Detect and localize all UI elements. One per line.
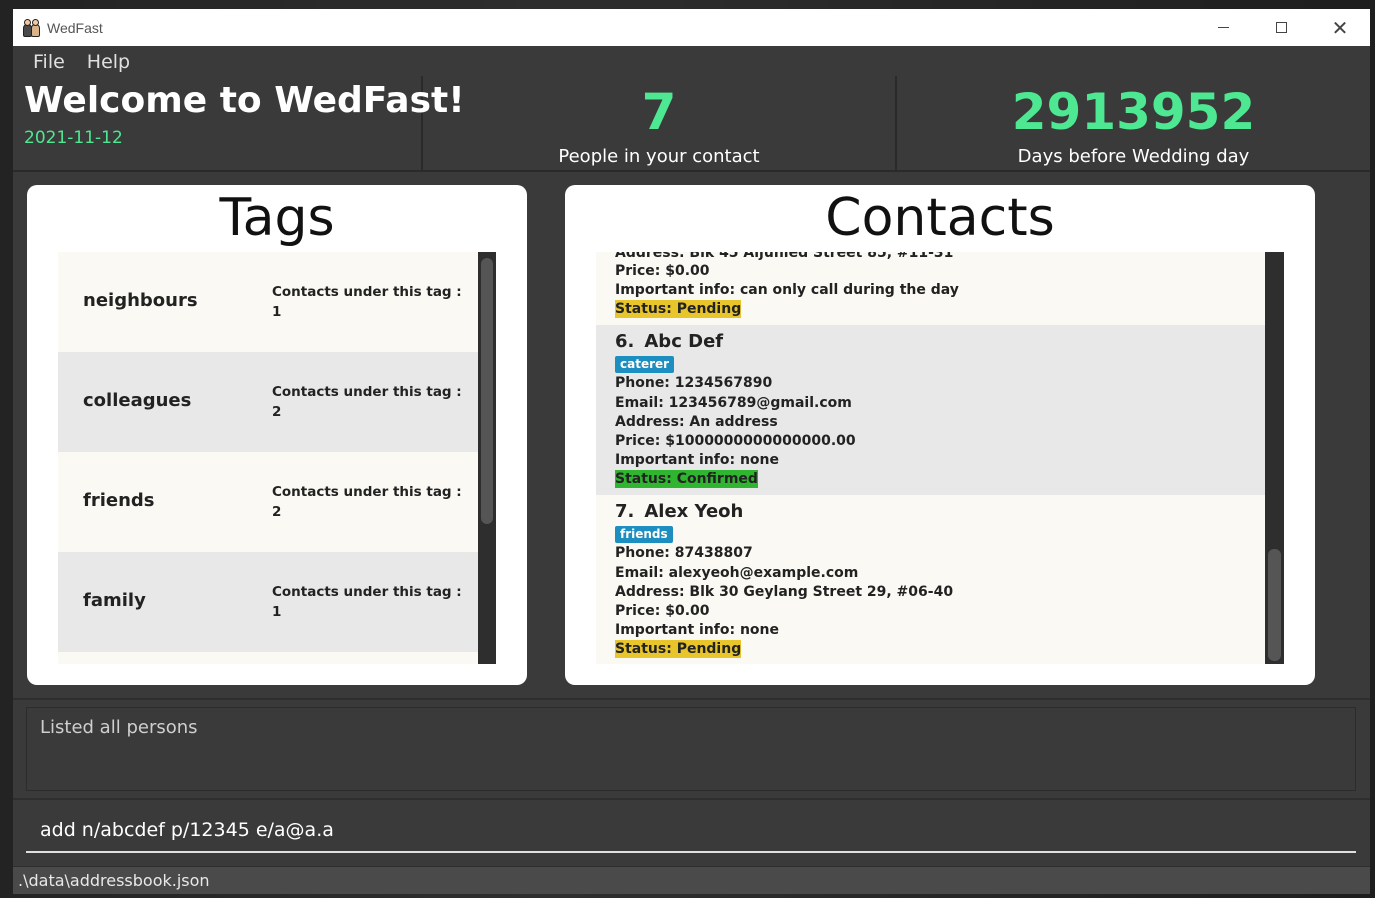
contacts-scrollbar-thumb[interactable] (1268, 549, 1281, 661)
tag-count-label: Contacts under this tag : (272, 284, 462, 300)
menu-help[interactable]: Help (87, 48, 130, 76)
tag-row[interactable]: family Contacts under this tag : 1 (58, 552, 478, 652)
menu-bar: File Help (13, 46, 1370, 76)
window-title: WedFast (47, 19, 103, 36)
wedding-countdown-box: 2913952 Days before Wedding day (897, 76, 1370, 172)
contact-important-info: Important info: none (615, 622, 780, 638)
contact-index: 6. (615, 331, 635, 352)
title-bar: WedFast ✕ (13, 9, 1370, 46)
tag-count-label: Contacts under this tag : (272, 484, 462, 500)
section-divider (13, 798, 1370, 800)
app-window: WedFast ✕ File Help Welcome to WedFast! … (13, 9, 1370, 894)
tag-count-label: Contacts under this tag : (272, 384, 462, 400)
welcome-title: Welcome to WedFast! (24, 80, 465, 121)
people-count-label: People in your contact (558, 146, 760, 167)
tag-name: family (83, 590, 146, 611)
contacts-title: Contacts (825, 188, 1055, 248)
tag-name: neighbours (83, 290, 198, 311)
tag-count-value: 2 (272, 504, 282, 520)
contact-card-partial[interactable]: Address: Blk 45 Aljunied Street 85, #11-… (596, 252, 1265, 325)
days-count-label: Days before Wedding day (1017, 146, 1250, 167)
days-count: 2913952 (1011, 83, 1256, 141)
tags-scrollbar-thumb[interactable] (481, 258, 493, 524)
contact-price: Price: $0.00 (615, 603, 710, 619)
contact-address: Address: Blk 45 Aljunied Street 85, #11-… (615, 252, 954, 261)
contact-phone: Phone: 87438807 (615, 545, 753, 561)
result-text: Listed all persons (40, 717, 198, 738)
menu-file[interactable]: File (33, 48, 65, 76)
result-display[interactable]: Listed all persons (26, 707, 1356, 791)
contact-name: Abc Def (644, 331, 724, 352)
contacts-list[interactable]: Address: Blk 45 Aljunied Street 85, #11-… (596, 252, 1284, 664)
contact-important-info: Important info: none (615, 452, 780, 468)
current-date: 2021-11-12 (24, 128, 123, 148)
tags-list[interactable]: neighbours Contacts under this tag : 1 c… (58, 252, 496, 664)
maximize-button[interactable] (1252, 9, 1310, 46)
minimize-button[interactable] (1194, 9, 1252, 46)
welcome-box: Welcome to WedFast! 2021-11-12 (13, 76, 465, 172)
app-logo-icon (23, 18, 41, 37)
tag-count-label: Contacts under this tag : (272, 584, 462, 600)
people-count-box: 7 People in your contact (423, 76, 897, 172)
contact-email: Email: alexyeoh@example.com (615, 565, 859, 581)
dashboard-header: Welcome to WedFast! 2021-11-12 7 People … (13, 76, 1370, 172)
contact-name: Alex Yeoh (644, 501, 744, 522)
close-icon: ✕ (1331, 15, 1349, 40)
tags-scrollbar[interactable] (478, 252, 496, 664)
status-bar: .\data\addressbook.json (13, 866, 1370, 894)
contact-name-row: 7. Alex Yeoh (615, 501, 743, 522)
contact-price: Price: $1000000000000000.00 (615, 433, 856, 449)
maximize-icon (1275, 22, 1287, 33)
contact-card[interactable]: 7. Alex Yeoh friends Phone: 87438807 Emai… (596, 495, 1265, 664)
contact-tag: caterer (615, 356, 675, 373)
contact-phone: Phone: 1234567890 (615, 375, 773, 391)
contact-card[interactable]: 6. Abc Def caterer Phone: 1234567890 Emai… (596, 325, 1265, 495)
contact-name-row: 6. Abc Def (615, 331, 723, 352)
tag-row[interactable]: colleagues Contacts under this tag : 2 (58, 352, 478, 452)
contacts-panel: Contacts Address: Blk 45 Aljunied Street… (565, 185, 1315, 685)
contact-status: Status: Confirmed (615, 470, 758, 488)
contact-tag: friends (615, 526, 673, 543)
tag-count-value: 1 (272, 604, 282, 620)
contact-email: Email: 123456789@gmail.com (615, 395, 852, 411)
tag-row-partial[interactable] (58, 652, 478, 664)
command-input[interactable] (26, 809, 1356, 853)
tag-name: friends (83, 490, 155, 511)
tag-count-value: 2 (272, 404, 282, 420)
contact-price: Price: $0.00 (615, 263, 710, 279)
tag-row[interactable]: friends Contacts under this tag : 2 (58, 452, 478, 552)
tag-name: colleagues (83, 390, 192, 411)
contacts-scrollbar[interactable] (1265, 252, 1284, 664)
tag-row[interactable]: neighbours Contacts under this tag : 1 (58, 252, 478, 352)
contact-status: Status: Pending (615, 300, 742, 318)
tags-title: Tags (219, 188, 335, 248)
close-button[interactable]: ✕ (1311, 9, 1369, 46)
section-divider (13, 698, 1370, 700)
contact-status: Status: Pending (615, 640, 742, 658)
tag-count-value: 1 (272, 304, 282, 320)
contact-address: Address: An address (615, 414, 778, 430)
data-file-path: .\data\addressbook.json (18, 871, 210, 890)
tags-panel: Tags neighbours Contacts under this tag … (27, 185, 527, 685)
contact-index: 7. (615, 501, 635, 522)
people-count: 7 (641, 83, 677, 141)
minimize-icon (1217, 27, 1229, 28)
contact-important-info: Important info: can only call during the… (615, 282, 959, 298)
contact-address: Address: Blk 30 Geylang Street 29, #06-4… (615, 584, 954, 600)
